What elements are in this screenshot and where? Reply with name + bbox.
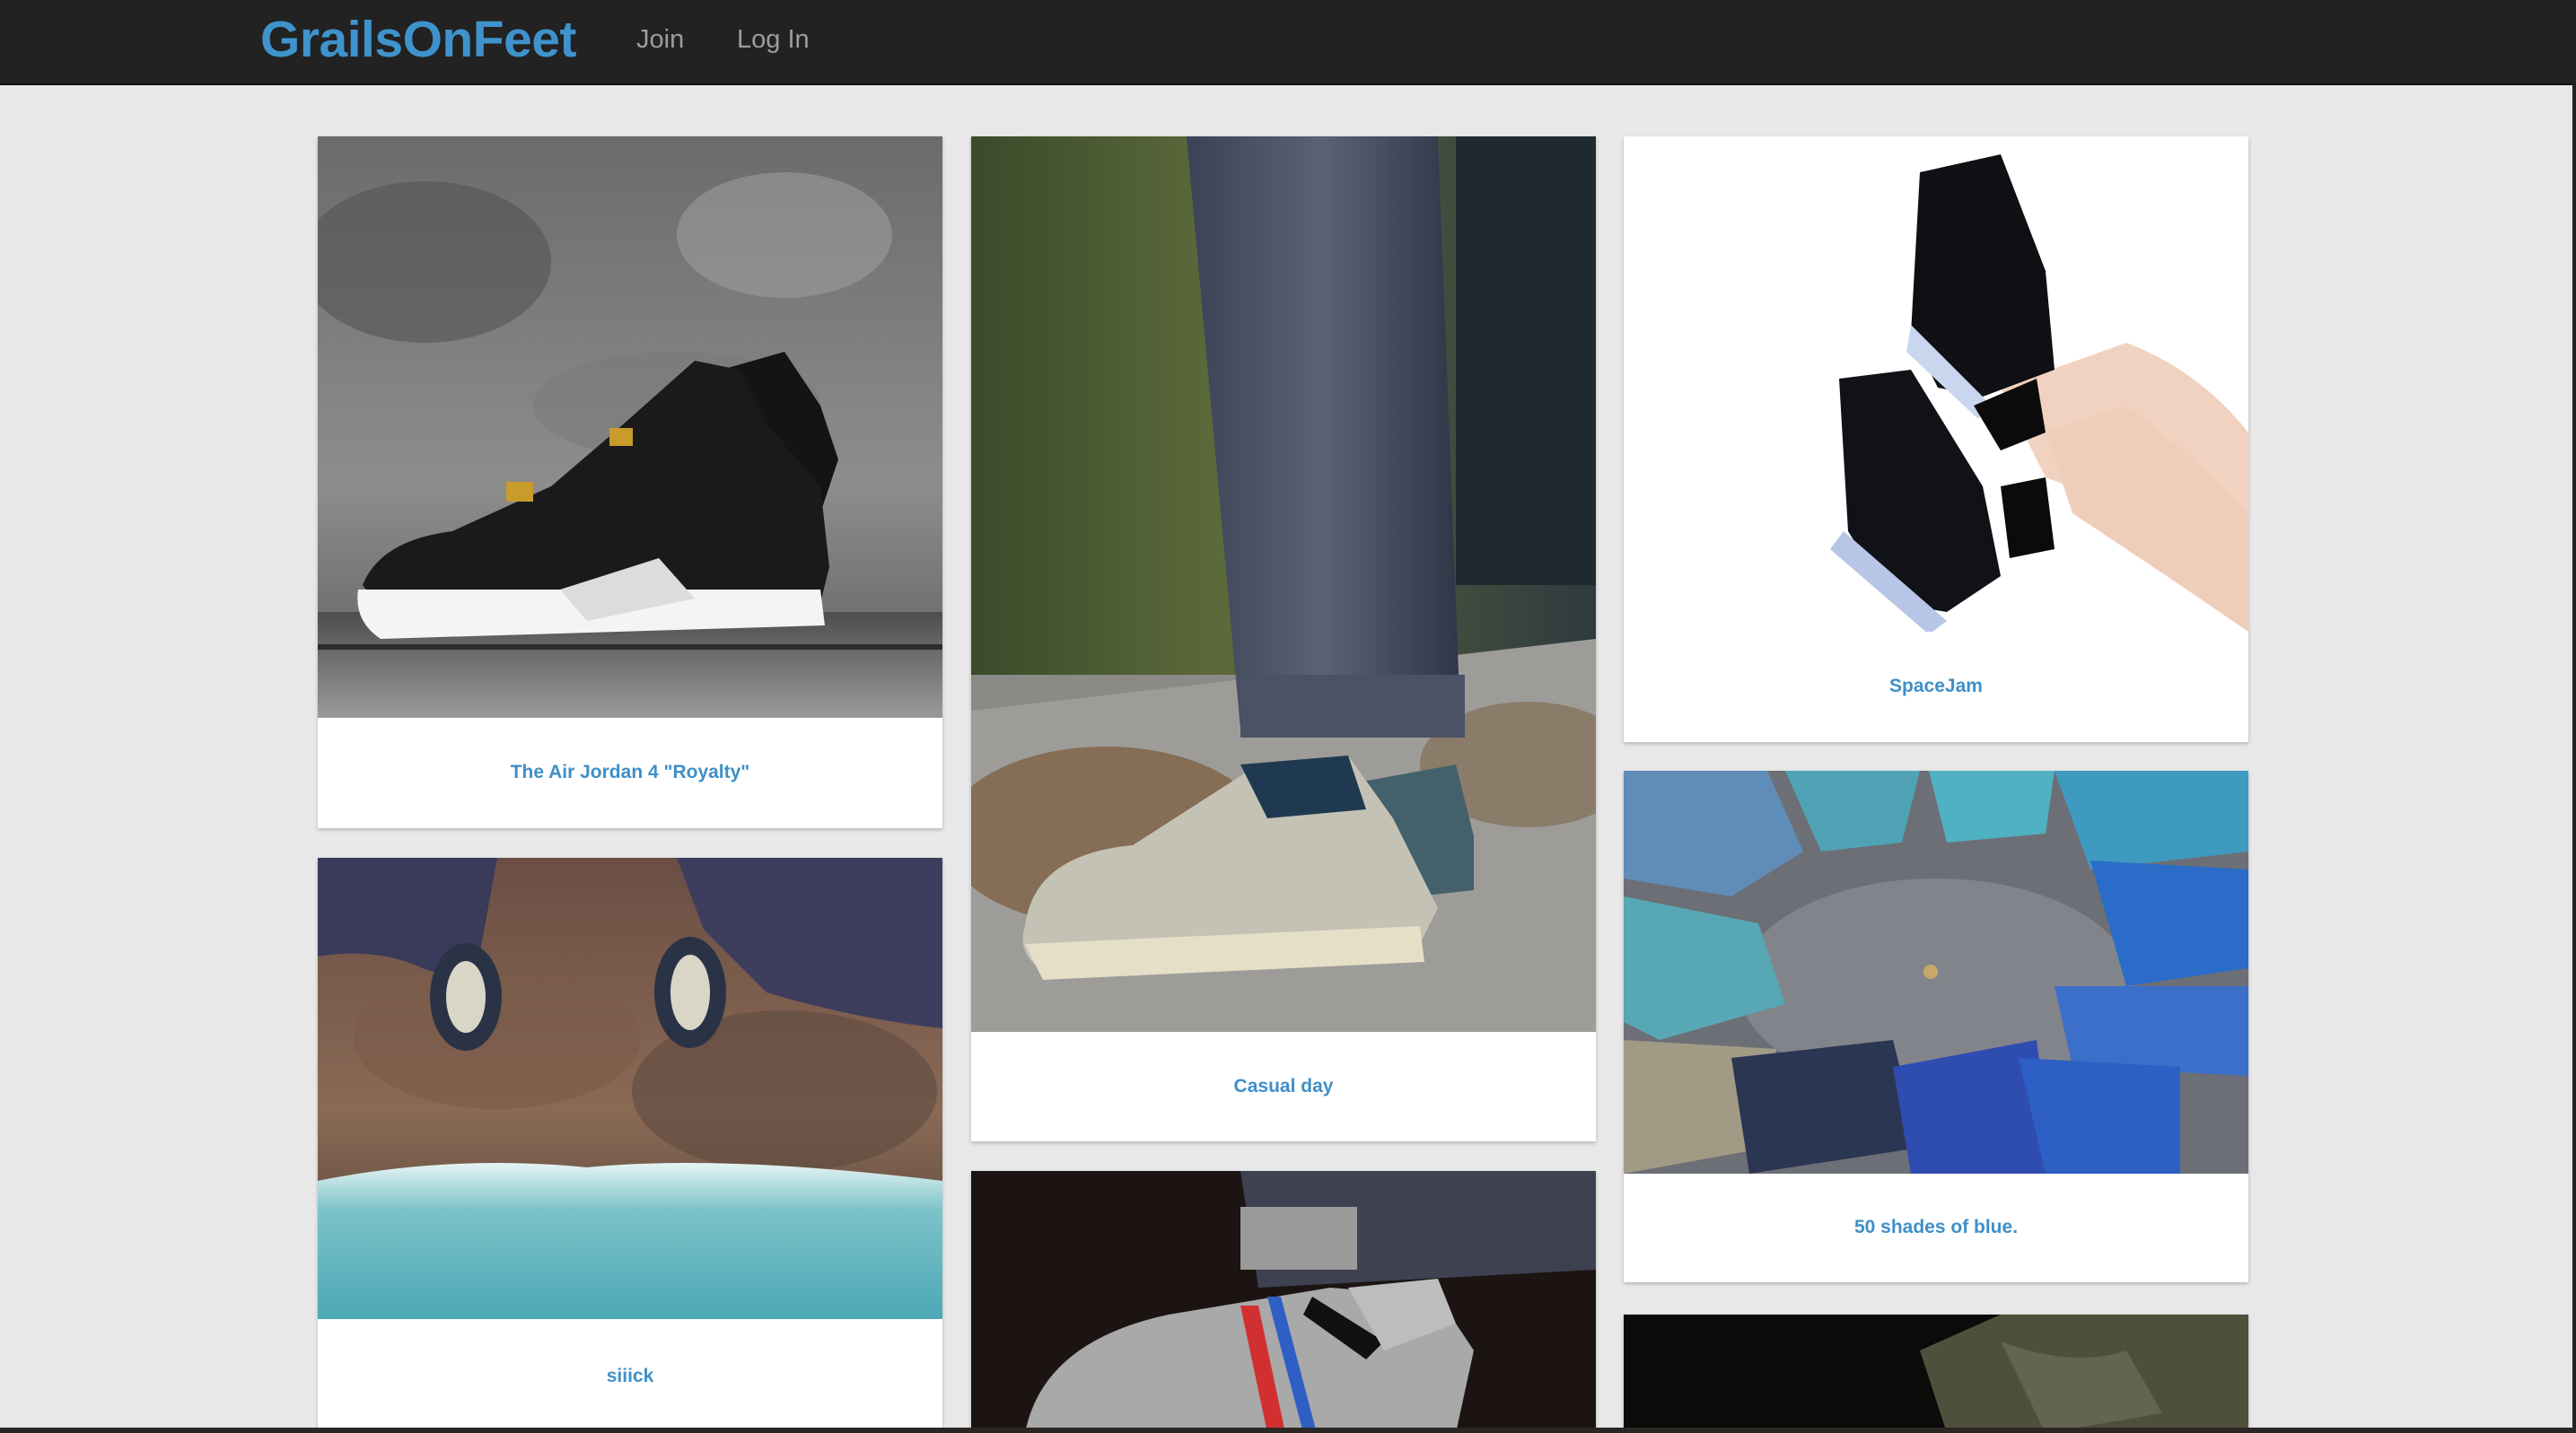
- brand-logo-link[interactable]: GrailsOnFeet: [260, 11, 576, 68]
- post-caption-link[interactable]: The Air Jordan 4 "Royalty": [318, 762, 942, 783]
- post-photo[interactable]: [318, 136, 942, 718]
- login-link[interactable]: Log In: [737, 23, 810, 56]
- post-caption-link[interactable]: Casual day: [971, 1076, 1596, 1097]
- post-photo[interactable]: [1624, 136, 2248, 632]
- top-navbar: GrailsOnFeet Join Log In: [0, 0, 2572, 85]
- post-card[interactable]: [1624, 1315, 2248, 1433]
- post-photo[interactable]: [971, 1171, 1596, 1433]
- post-caption-link[interactable]: siiick: [318, 1366, 942, 1387]
- post-photo[interactable]: [1624, 1315, 2248, 1433]
- post-card[interactable]: The Air Jordan 4 "Royalty": [318, 136, 942, 828]
- post-card[interactable]: Casual day: [971, 136, 1596, 1141]
- join-link[interactable]: Join: [636, 23, 684, 56]
- post-caption-link[interactable]: 50 shades of blue.: [1624, 1217, 2248, 1238]
- post-card[interactable]: SpaceJam: [1624, 136, 2248, 742]
- post-photo[interactable]: [971, 136, 1596, 1032]
- window-bottom-edge: [0, 1428, 2576, 1433]
- window-edge: [2572, 0, 2576, 1433]
- post-card[interactable]: [971, 1171, 1596, 1433]
- post-photo[interactable]: [1624, 771, 2248, 1174]
- post-card[interactable]: 50 shades of blue.: [1624, 771, 2248, 1282]
- post-caption-link[interactable]: SpaceJam: [1624, 676, 2248, 697]
- post-photo[interactable]: [318, 858, 942, 1319]
- post-card[interactable]: siiick: [318, 858, 942, 1433]
